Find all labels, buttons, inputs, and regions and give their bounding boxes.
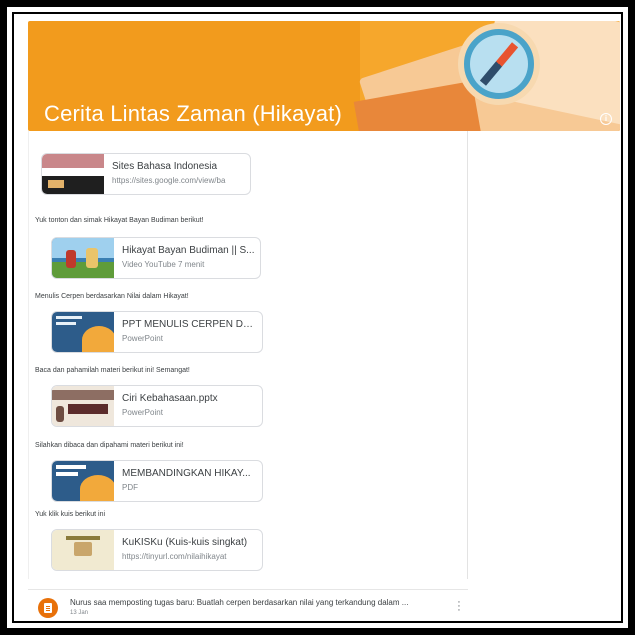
attachment-title: PPT MENULIS CERPEN DG ... bbox=[122, 319, 260, 330]
attachment-subtitle: Video YouTube 7 menit bbox=[122, 260, 205, 269]
compass-icon bbox=[458, 23, 540, 105]
attachment-subtitle: PDF bbox=[122, 483, 138, 492]
attachment-title: Sites Bahasa Indonesia bbox=[112, 161, 218, 172]
sites-thumbnail bbox=[42, 154, 104, 194]
attachment-card-ciri[interactable]: Ciri Kebahasaan.pptx PowerPoint bbox=[51, 385, 263, 427]
attachment-title: KuKISKu (Kuis-kuis singkat) bbox=[122, 537, 248, 548]
post-caption: Yuk tonton dan simak Hikayat Bayan Budim… bbox=[35, 217, 204, 224]
class-banner: Cerita Lintas Zaman (Hikayat) i bbox=[28, 21, 620, 131]
post-caption: Yuk klik kuis berikut ini bbox=[35, 511, 106, 518]
post-date: 13 Jan bbox=[70, 610, 89, 616]
post-text: Nurus saa memposting tugas baru: Buatlah… bbox=[70, 598, 409, 607]
attachment-card-sites[interactable]: Sites Bahasa Indonesia https://sites.goo… bbox=[41, 153, 251, 195]
pdf-thumbnail bbox=[52, 461, 114, 501]
attachment-card-ppt[interactable]: PPT MENULIS CERPEN DG ... PowerPoint bbox=[51, 311, 263, 353]
attachment-card-pdf[interactable]: MEMBANDINGKAN HIKAY... PDF bbox=[51, 460, 263, 502]
attachment-subtitle: https://sites.google.com/view/ba bbox=[112, 176, 226, 185]
attachment-title: MEMBANDINGKAN HIKAY... bbox=[122, 468, 251, 479]
attachment-card-video[interactable]: Hikayat Bayan Budiman || S... Video YouT… bbox=[51, 237, 261, 279]
post-caption: Silahkan dibaca dan dipahami materi beri… bbox=[35, 442, 184, 449]
class-stream: Sites Bahasa Indonesia https://sites.goo… bbox=[28, 131, 468, 579]
attachment-subtitle: PowerPoint bbox=[122, 334, 163, 343]
stream-post-assignment[interactable]: Nurus saa memposting tugas baru: Buatlah… bbox=[28, 589, 468, 621]
link-thumbnail bbox=[52, 530, 114, 570]
powerpoint-thumbnail bbox=[52, 312, 114, 352]
post-caption: Menulis Cerpen berdasarkan Nilai dalam H… bbox=[35, 293, 189, 300]
attachment-subtitle: PowerPoint bbox=[122, 408, 163, 417]
post-caption: Baca dan pahamilah materi berikut ini! S… bbox=[35, 367, 190, 374]
more-vert-icon[interactable]: · · · bbox=[456, 597, 462, 616]
info-icon[interactable]: i bbox=[600, 113, 612, 125]
class-title: Cerita Lintas Zaman (Hikayat) bbox=[44, 101, 343, 126]
attachment-title: Ciri Kebahasaan.pptx bbox=[122, 393, 218, 404]
powerpoint-thumbnail bbox=[52, 386, 114, 426]
attachment-title: Hikayat Bayan Budiman || S... bbox=[122, 245, 255, 256]
classroom-window: Cerita Lintas Zaman (Hikayat) i Sites Ba… bbox=[12, 12, 623, 623]
attachment-card-kuis[interactable]: KuKISKu (Kuis-kuis singkat) https://tiny… bbox=[51, 529, 263, 571]
assignment-icon bbox=[38, 598, 58, 618]
video-thumbnail bbox=[52, 238, 114, 278]
attachment-subtitle: https://tinyurl.com/nilaihikayat bbox=[122, 552, 227, 561]
